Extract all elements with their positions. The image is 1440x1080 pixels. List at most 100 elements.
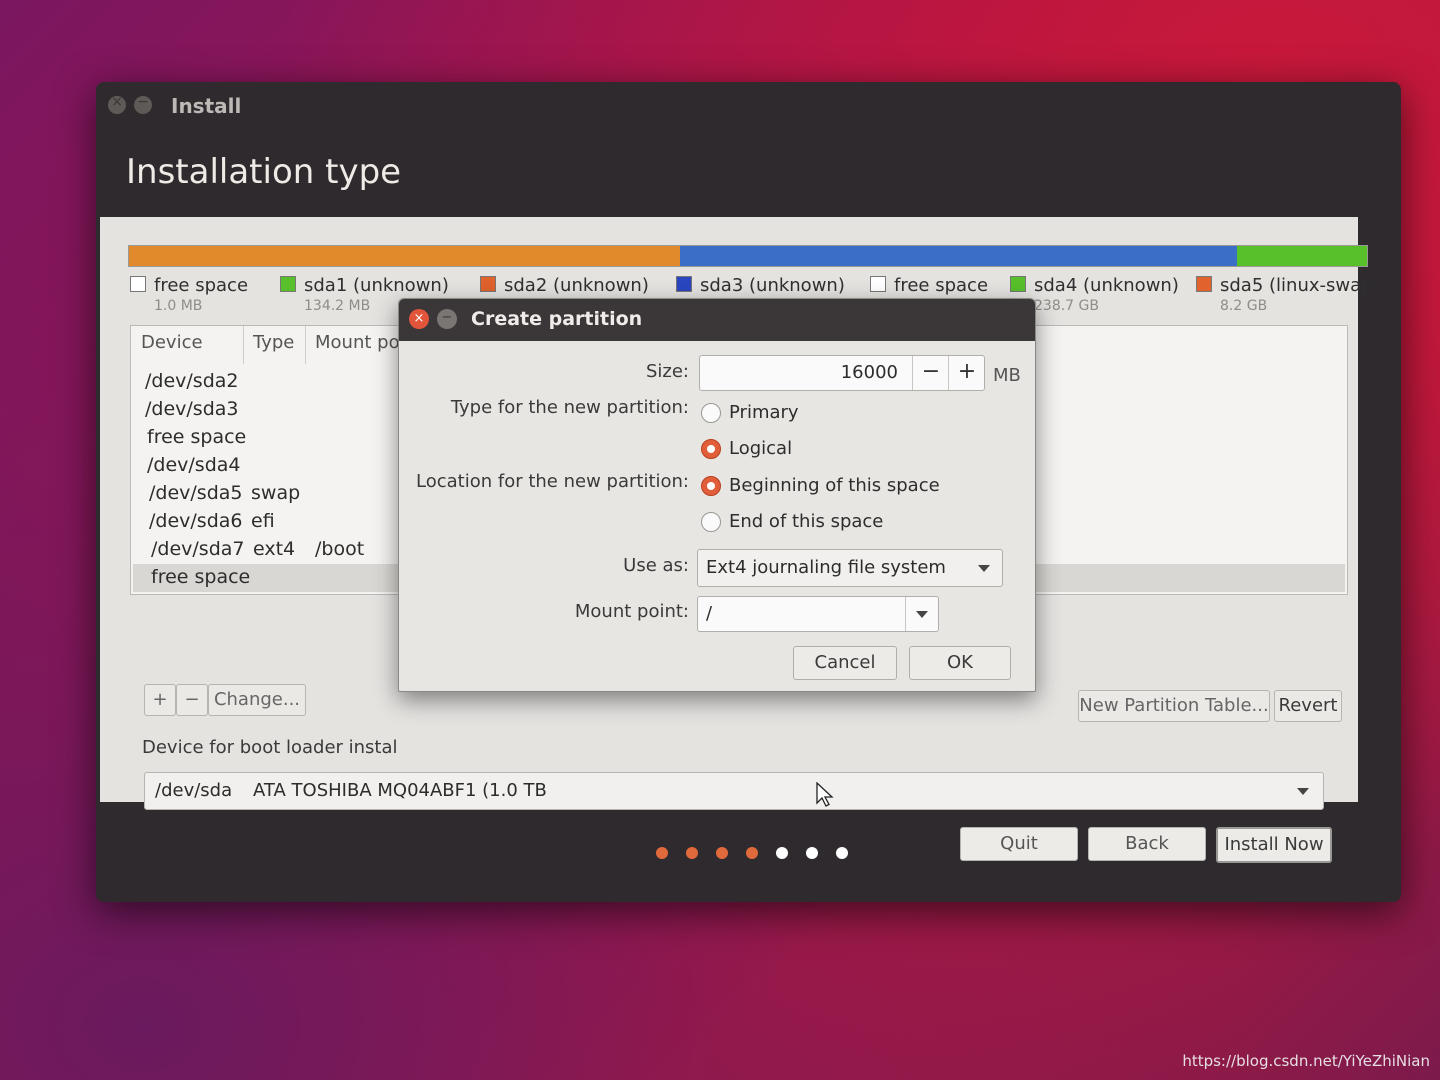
page-heading: Installation type (126, 152, 402, 192)
install-now-button[interactable]: Install Now (1216, 827, 1332, 863)
bootloader-device-select[interactable]: /dev/sda ATA TOSHIBA MQ04ABF1 (1.0 TB (144, 772, 1324, 810)
legend-size: 238.7 GB (1034, 298, 1099, 314)
column-separator (243, 326, 244, 364)
end-label[interactable]: End of this space (729, 511, 883, 532)
change-partition-button[interactable]: Change... (208, 684, 306, 716)
progress-dot-pending (836, 847, 848, 859)
end-radio[interactable] (701, 512, 721, 532)
legend-size: 8.2 GB (1220, 298, 1268, 314)
new-partition-table-button[interactable]: New Partition Table... (1078, 690, 1270, 722)
beginning-label[interactable]: Beginning of this space (729, 475, 940, 496)
cell-type: swap (251, 482, 301, 504)
partition-type-label: Type for the new partition: (450, 397, 689, 418)
disk-bar-segment-sda5 (1237, 246, 1367, 266)
cell-device: /dev/sda3 (145, 398, 239, 420)
progress-dot-done (656, 847, 668, 859)
size-unit: MB (993, 365, 1021, 386)
primary-label[interactable]: Primary (729, 402, 799, 423)
use-as-value: Ext4 journaling file system (706, 557, 946, 578)
column-header-mount[interactable]: Mount po (315, 332, 400, 353)
size-decrement-button[interactable]: − (912, 356, 949, 390)
size-label: Size: (645, 361, 689, 382)
bootloader-description: ATA TOSHIBA MQ04ABF1 (1.0 TB (253, 780, 547, 801)
progress-dot-done (746, 847, 758, 859)
legend-swatch-icon (1196, 276, 1212, 292)
cell-device: /dev/sda4 (147, 454, 241, 476)
legend-swatch-icon (870, 276, 886, 292)
legend-item: sda3 (unknown) (676, 275, 845, 296)
progress-dot-pending (806, 847, 818, 859)
legend-label: sda4 (unknown) (1034, 275, 1179, 296)
dialog-titlebar: × − Create partition (399, 299, 1035, 341)
logical-label[interactable]: Logical (729, 438, 792, 459)
chevron-down-icon (1297, 788, 1309, 795)
cancel-button[interactable]: Cancel (793, 646, 897, 680)
ok-button[interactable]: OK (909, 646, 1011, 680)
legend-label: sda1 (unknown) (304, 275, 449, 296)
primary-radio[interactable] (701, 403, 721, 423)
disk-bar-segment-sda2 (129, 246, 680, 266)
close-icon[interactable]: × (409, 309, 429, 329)
dialog-title: Create partition (471, 308, 643, 330)
cell-device: free space (147, 426, 247, 448)
legend-item: sda2 (unknown) (480, 275, 649, 296)
legend-swatch-icon (1010, 276, 1026, 292)
beginning-radio[interactable] (701, 476, 721, 496)
cell-device: /dev/sda7 (151, 538, 245, 560)
cell-type: ext4 (253, 538, 296, 560)
mount-point-label: Mount point: (574, 601, 689, 622)
legend-item: sda5 (linux-swap 8.2 GB (1196, 275, 1373, 314)
chevron-down-icon[interactable] (916, 611, 928, 618)
watermark: https://blog.csdn.net/YiYeZhiNian (1182, 1052, 1430, 1070)
mount-point-input[interactable]: / (706, 603, 712, 624)
column-separator (305, 326, 306, 364)
legend-swatch-icon (130, 276, 146, 292)
legend-swatch-icon (480, 276, 496, 292)
legend-swatch-icon (676, 276, 692, 292)
logical-radio[interactable] (701, 439, 721, 459)
back-button[interactable]: Back (1088, 827, 1206, 861)
cell-mount: /boot (315, 538, 365, 560)
minimize-icon[interactable]: − (437, 309, 457, 329)
size-input[interactable]: 16000 (841, 362, 898, 383)
cell-device: /dev/sda2 (145, 370, 239, 392)
mount-point-combo[interactable]: / (697, 596, 939, 632)
legend-swatch-icon (280, 276, 296, 292)
legend-item: free space (870, 275, 988, 296)
window-title: Install (171, 94, 242, 118)
size-increment-button[interactable]: + (948, 356, 985, 390)
progress-dot-pending (776, 847, 788, 859)
cell-type: efi (251, 510, 275, 532)
cell-device: free space (151, 566, 251, 588)
quit-button[interactable]: Quit (960, 827, 1078, 861)
chevron-down-icon (978, 565, 990, 572)
progress-dot-done (686, 847, 698, 859)
minimize-window-icon[interactable]: − (134, 94, 152, 114)
remove-partition-button[interactable]: − (176, 684, 208, 716)
add-partition-button[interactable]: + (144, 684, 176, 716)
close-window-icon[interactable]: × (108, 94, 126, 114)
legend-label: free space (894, 275, 989, 296)
legend-label: sda5 (linux-swap (1220, 275, 1373, 296)
legend-item: free space 1.0 MB (130, 275, 248, 314)
legend-label: sda3 (unknown) (700, 275, 845, 296)
column-header-device[interactable]: Device (141, 332, 203, 353)
disk-bar-segment-sda3 (679, 246, 1237, 266)
progress-dot-done (716, 847, 728, 859)
legend-label: sda2 (unknown) (504, 275, 649, 296)
revert-button[interactable]: Revert (1274, 690, 1342, 722)
combo-separator (905, 597, 906, 631)
mouse-cursor-icon (816, 782, 834, 807)
legend-size: 1.0 MB (154, 298, 203, 314)
partition-location-label: Location for the new partition: (416, 471, 689, 492)
column-header-type[interactable]: Type (253, 332, 294, 353)
create-partition-dialog: × − Create partition Size: 16000 − + MB … (398, 298, 1036, 692)
legend-label: free space (154, 275, 249, 296)
disk-usage-bar (128, 245, 1368, 267)
size-spinbox[interactable]: 16000 − + (699, 355, 985, 391)
cell-device: /dev/sda5 (149, 482, 243, 504)
bootloader-label: Device for boot loader instal (142, 737, 398, 758)
use-as-select[interactable]: Ext4 journaling file system (697, 549, 1003, 587)
cell-device: /dev/sda6 (149, 510, 243, 532)
use-as-label: Use as: (623, 555, 689, 576)
